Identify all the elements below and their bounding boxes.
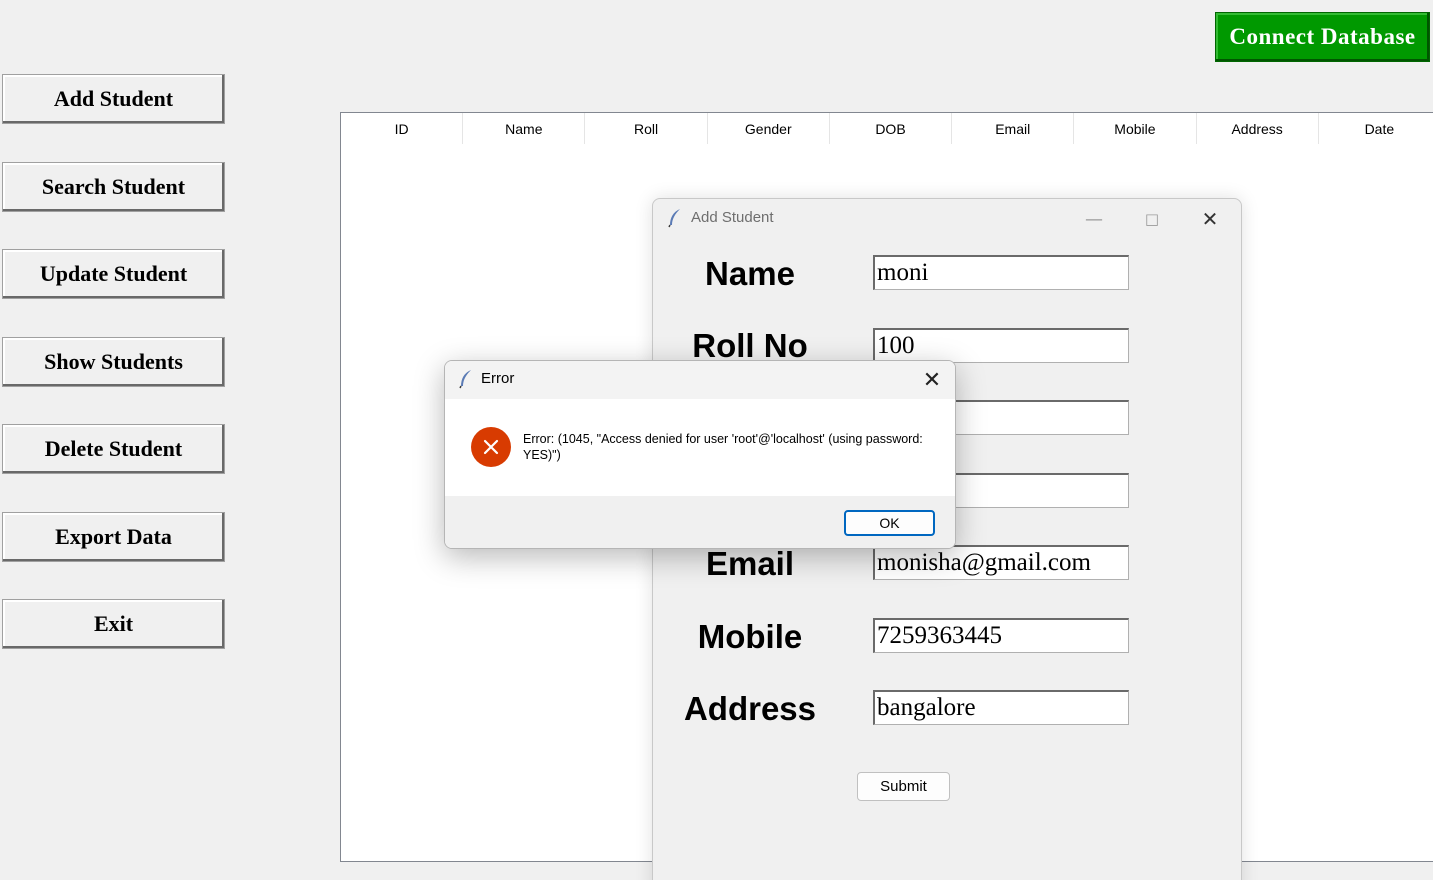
column-header-mobile[interactable]: Mobile: [1074, 113, 1197, 144]
ok-button[interactable]: OK: [844, 510, 935, 536]
exit-button[interactable]: Exit: [2, 599, 225, 649]
maximize-button[interactable]: □: [1129, 205, 1175, 233]
error-footer: OK: [445, 496, 955, 548]
show-students-button[interactable]: Show Students: [2, 337, 225, 387]
column-header-address[interactable]: Address: [1197, 113, 1319, 144]
close-button[interactable]: ✕: [1187, 205, 1233, 233]
error-message: Error: (1045, "Access denied for user 'r…: [523, 432, 923, 462]
minimize-button[interactable]: —: [1071, 205, 1117, 233]
error-dialog: Error ✕ Error: (1045, "Access denied for…: [444, 360, 956, 549]
error-close-button[interactable]: ✕: [917, 365, 947, 395]
error-title: Error: [481, 370, 515, 387]
update-student-button[interactable]: Update Student: [2, 249, 225, 299]
column-header-name[interactable]: Name: [463, 113, 586, 144]
column-header-email[interactable]: Email: [952, 113, 1075, 144]
delete-student-button[interactable]: Delete Student: [2, 424, 225, 474]
column-header-date[interactable]: Date: [1319, 113, 1433, 144]
error-icon: [471, 427, 511, 467]
submit-button[interactable]: Submit: [857, 772, 950, 801]
column-header-roll[interactable]: Roll: [585, 113, 708, 144]
search-student-button[interactable]: Search Student: [2, 162, 225, 212]
mobile-field[interactable]: 7259363445: [873, 618, 1129, 653]
connect-database-button[interactable]: Connect Database: [1215, 12, 1430, 62]
error-titlebar: [445, 361, 955, 399]
feather-icon: [667, 208, 683, 228]
address-label: Address: [683, 690, 817, 727]
column-header-id[interactable]: ID: [341, 113, 464, 144]
name-label: Name: [705, 255, 795, 292]
mobile-label: Mobile: [697, 618, 803, 655]
name-field[interactable]: moni: [873, 255, 1129, 290]
export-data-button[interactable]: Export Data: [2, 512, 225, 562]
window-title: Add Student: [691, 209, 774, 226]
roll-no-field[interactable]: 100: [873, 328, 1129, 363]
column-header-gender[interactable]: Gender: [708, 113, 830, 144]
email-field[interactable]: monisha@gmail.com: [873, 545, 1129, 580]
address-field[interactable]: bangalore: [873, 690, 1129, 725]
add-student-button[interactable]: Add Student: [2, 74, 225, 124]
table-header: ID Name Roll Gender DOB Email Mobile Add…: [341, 113, 1433, 144]
feather-icon: [458, 369, 474, 389]
column-header-dob[interactable]: DOB: [830, 113, 953, 144]
email-label: Email: [705, 545, 795, 582]
